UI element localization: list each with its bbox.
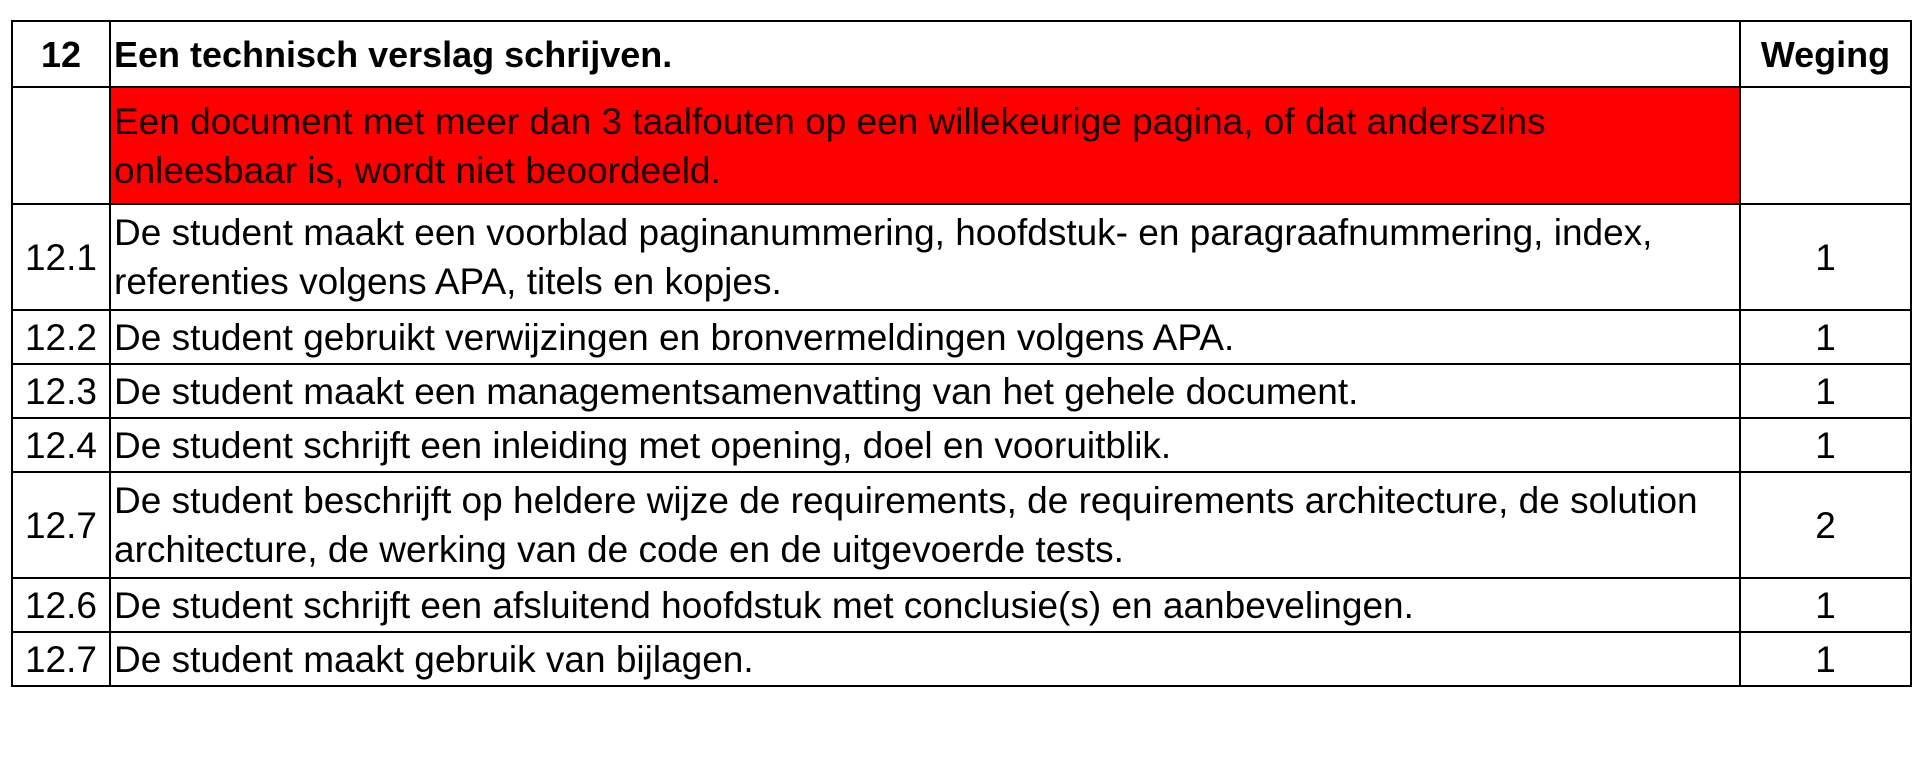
- criterion-row: 12.1 De student maakt een voorblad pagin…: [11, 203, 1912, 311]
- criterion-number: 12.2: [11, 309, 111, 365]
- criterion-weight: 1: [1739, 631, 1912, 687]
- criterion-text: De student beschrijft op heldere wijze d…: [109, 471, 1741, 579]
- criterion-weight: 1: [1739, 577, 1912, 633]
- criterion-text: De student maakt een voorblad paginanumm…: [109, 203, 1741, 311]
- criterion-row: 12.4 De student schrijft een inleiding m…: [11, 417, 1912, 473]
- criterion-weight: 2: [1739, 471, 1912, 579]
- warning-notice: Een document met meer dan 3 taalfouten o…: [109, 86, 1741, 205]
- warning-number-cell: [11, 86, 111, 205]
- weight-column-header: Weging: [1739, 20, 1912, 88]
- criterion-number: 12.1: [11, 203, 111, 311]
- criterion-number: 12.3: [11, 363, 111, 419]
- criterion-text: De student maakt gebruik van bijlagen.: [109, 631, 1741, 687]
- warning-row: Een document met meer dan 3 taalfouten o…: [11, 86, 1912, 205]
- criterion-weight: 1: [1739, 417, 1912, 473]
- criterion-row: 12.2 De student gebruikt verwijzingen en…: [11, 309, 1912, 365]
- criterion-text: De student gebruikt verwijzingen en bron…: [109, 309, 1741, 365]
- section-title: Een technisch verslag schrijven.: [109, 20, 1741, 88]
- header-row: 12 Een technisch verslag schrijven. Wegi…: [11, 20, 1912, 88]
- criterion-number: 12.4: [11, 417, 111, 473]
- criterion-row: 12.6 De student schrijft een afsluitend …: [11, 577, 1912, 633]
- criterion-number: 12.6: [11, 577, 111, 633]
- criterion-text: De student schrijft een inleiding met op…: [109, 417, 1741, 473]
- criterion-row: 12.7 De student beschrijft op heldere wi…: [11, 471, 1912, 579]
- criterion-number: 12.7: [11, 471, 111, 579]
- criterion-row: 12.7 De student maakt gebruik van bijlag…: [11, 631, 1912, 687]
- criterion-text: De student schrijft een afsluitend hoofd…: [109, 577, 1741, 633]
- section-number: 12: [11, 20, 111, 88]
- rubric-table: 12 Een technisch verslag schrijven. Wegi…: [11, 20, 1912, 687]
- warning-weight-cell: [1739, 86, 1912, 205]
- criterion-weight: 1: [1739, 309, 1912, 365]
- criterion-weight: 1: [1739, 203, 1912, 311]
- criterion-weight: 1: [1739, 363, 1912, 419]
- criterion-row: 12.3 De student maakt een managementsame…: [11, 363, 1912, 419]
- criterion-number: 12.7: [11, 631, 111, 687]
- criterion-text: De student maakt een managementsamenvatt…: [109, 363, 1741, 419]
